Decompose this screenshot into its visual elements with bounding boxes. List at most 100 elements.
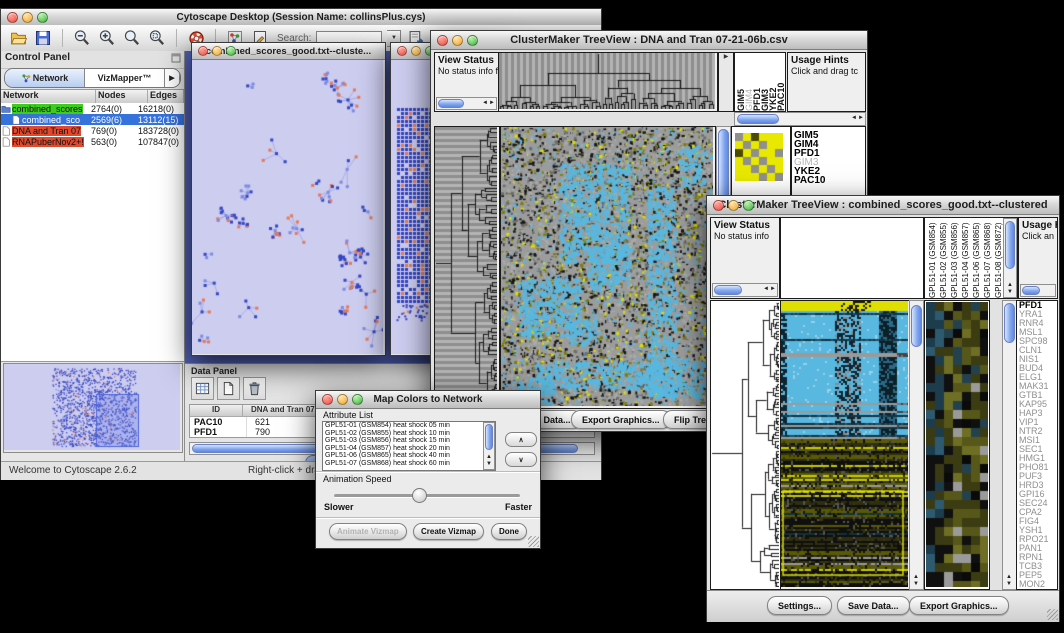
column-label[interactable]: GPL51-06 (GSM865) bbox=[971, 218, 982, 298]
resize-grip[interactable] bbox=[528, 536, 539, 547]
action-button[interactable]: Export Graphics... bbox=[909, 596, 1009, 615]
select-attributes-button[interactable] bbox=[191, 377, 214, 400]
control-panel-tab[interactable]: VizMapper™ bbox=[85, 69, 165, 87]
column-label[interactable]: GPL51-03 (GSM856) bbox=[949, 218, 960, 298]
close-button[interactable] bbox=[322, 394, 333, 405]
column-header-edges[interactable]: Edges bbox=[148, 90, 184, 103]
column-label[interactable]: PFD1 bbox=[753, 53, 761, 111]
network-list-row[interactable]: RNAPuberNov2+! 563(0) 107847(0) bbox=[1, 136, 184, 147]
gene-label[interactable]: MON2 bbox=[1017, 580, 1057, 589]
scroll-up-arrow[interactable]: ▲ bbox=[1007, 282, 1013, 288]
tab-overflow-arrow[interactable]: ▶ bbox=[165, 69, 180, 87]
save-session-button[interactable] bbox=[33, 28, 53, 48]
heatmap-vscrollbar[interactable]: ▲ ▼ bbox=[909, 300, 924, 590]
close-button[interactable] bbox=[7, 12, 18, 23]
maximize-button[interactable] bbox=[467, 35, 478, 46]
scroll-up-arrow[interactable]: ▲ bbox=[1006, 574, 1012, 580]
minimize-button[interactable] bbox=[452, 35, 463, 46]
column-label[interactable]: YKE2 bbox=[769, 53, 777, 111]
titlebar-map-colors[interactable]: Map Colors to Network bbox=[316, 391, 540, 409]
scrollbar-thumb[interactable] bbox=[714, 285, 742, 295]
id-column-header[interactable]: ID bbox=[190, 405, 243, 416]
column-header-nodes[interactable]: Nodes bbox=[96, 90, 148, 103]
titlebar-network-view[interactable]: combined_scores_good.txt--cluste... bbox=[192, 43, 385, 60]
scrollbar-thumb[interactable] bbox=[438, 99, 464, 108]
scroll-left-arrow[interactable]: ◄ bbox=[763, 286, 769, 292]
window-network-view[interactable]: combined_scores_good.txt--cluste... bbox=[191, 42, 386, 356]
zoomed-heatmap[interactable] bbox=[926, 302, 988, 587]
splitter-strip[interactable]: ▶ bbox=[718, 52, 734, 112]
network-table-header[interactable]: Network Nodes Edges bbox=[1, 89, 184, 104]
attribute-list-scrollbar[interactable]: ▲ ▼ bbox=[483, 422, 495, 470]
maximize-button[interactable] bbox=[226, 46, 236, 56]
row-dendrogram[interactable] bbox=[711, 301, 779, 587]
scroll-down-arrow[interactable]: ▼ bbox=[486, 461, 492, 467]
zoomed-heatmap[interactable] bbox=[735, 133, 783, 181]
row-dendrogram[interactable] bbox=[435, 127, 497, 406]
scroll-right-arrow[interactable]: ► bbox=[858, 115, 864, 121]
dialog-map-colors[interactable]: Map Colors to Network Attribute List GPL… bbox=[315, 390, 541, 549]
delete-attribute-button[interactable] bbox=[243, 377, 266, 400]
minimize-button[interactable] bbox=[337, 394, 348, 405]
network-list-row[interactable]: combined_sco 2569(6) 13112(15) bbox=[1, 114, 184, 125]
scroll-down-arrow[interactable]: ▼ bbox=[1007, 289, 1013, 295]
close-button[interactable] bbox=[397, 46, 407, 56]
minimize-button[interactable] bbox=[411, 46, 421, 56]
maximize-button[interactable] bbox=[352, 394, 363, 405]
zoom-fit-button[interactable] bbox=[147, 28, 167, 48]
control-panel-tab[interactable]: Network bbox=[5, 69, 85, 87]
mini-hscrollbar[interactable]: ◄ ► bbox=[734, 112, 866, 126]
resize-grip[interactable] bbox=[1047, 609, 1058, 620]
scroll-down-arrow[interactable]: ▼ bbox=[1006, 581, 1012, 587]
column-label[interactable]: GPL51-07 (GSM868) bbox=[982, 218, 993, 298]
zoom-selected-button[interactable] bbox=[122, 28, 142, 48]
expression-heatmap[interactable] bbox=[501, 127, 713, 406]
expression-heatmap[interactable] bbox=[781, 301, 908, 587]
attribute-item[interactable]: GPL51-01 (GSM854) heat shock 05 min bbox=[323, 422, 495, 430]
column-header-network[interactable]: Network bbox=[1, 90, 96, 103]
scroll-right-arrow[interactable]: ► bbox=[489, 100, 495, 106]
move-up-button[interactable]: ∧ bbox=[505, 432, 537, 447]
scroll-up-arrow[interactable]: ▲ bbox=[486, 454, 492, 460]
column-label[interactable]: GIM4 bbox=[745, 53, 753, 111]
column-label[interactable]: GPL51-04 (GSM857) bbox=[960, 218, 971, 298]
close-button[interactable] bbox=[437, 35, 448, 46]
column-label[interactable]: GPL51-01 (GSM854) bbox=[927, 218, 938, 298]
animation-speed-slider[interactable] bbox=[334, 494, 520, 498]
close-button[interactable] bbox=[198, 46, 208, 56]
maximize-button[interactable] bbox=[37, 12, 48, 23]
titlebar-treeview-combined[interactable]: ClusterMaker TreeView : combined_scores_… bbox=[707, 196, 1059, 215]
expand-arrow-icon[interactable]: ▶ bbox=[719, 53, 733, 60]
titlebar-treeview-dna[interactable]: ClusterMaker TreeView : DNA and Tran 07-… bbox=[431, 31, 867, 50]
scrollbar-thumb[interactable] bbox=[1004, 303, 1015, 343]
zoom-vscrollbar[interactable]: ▲ ▼ bbox=[1002, 300, 1017, 590]
scroll-down-arrow[interactable]: ▼ bbox=[913, 581, 919, 587]
dialog-button[interactable]: Done bbox=[491, 523, 527, 540]
column-label[interactable]: GPL51-02 (GSM855) bbox=[938, 218, 949, 298]
dialog-button[interactable]: Animate Vizmap bbox=[329, 523, 407, 540]
network-graph-view[interactable] bbox=[192, 60, 383, 354]
zoom-out-button[interactable] bbox=[72, 28, 92, 48]
view-status-scrollbar[interactable]: ◄ ► bbox=[436, 97, 497, 110]
attribute-listbox[interactable]: GPL51-01 (GSM854) heat shock 05 min GPL51… bbox=[322, 421, 496, 471]
column-label[interactable]: GIM3 bbox=[761, 53, 769, 111]
open-session-button[interactable] bbox=[8, 28, 28, 48]
action-button[interactable]: Export Graphics... bbox=[571, 410, 671, 429]
column-dendrogram[interactable] bbox=[499, 53, 715, 109]
scrollbar-thumb[interactable] bbox=[911, 305, 922, 347]
attribute-item[interactable]: GPL51-03 (GSM856) heat shock 15 min bbox=[323, 437, 495, 445]
minimize-button[interactable] bbox=[728, 200, 739, 211]
column-dendrogram-panel[interactable] bbox=[780, 217, 924, 299]
move-down-button[interactable]: ∨ bbox=[505, 452, 537, 467]
titlebar-main[interactable]: Cytoscape Desktop (Session Name: collins… bbox=[1, 9, 601, 26]
scrollbar-thumb[interactable] bbox=[737, 114, 779, 124]
dialog-button[interactable]: Create Vizmap bbox=[413, 523, 484, 540]
birdseye-view[interactable] bbox=[4, 364, 180, 450]
attribute-item[interactable]: GPL51-04 (GSM857) heat shock 20 min bbox=[323, 445, 495, 453]
maximize-button[interactable] bbox=[743, 200, 754, 211]
scrollbar-thumb[interactable] bbox=[485, 424, 493, 450]
scroll-right-arrow[interactable]: ► bbox=[770, 286, 776, 292]
scrollbar-thumb[interactable] bbox=[1005, 221, 1015, 269]
close-button[interactable] bbox=[713, 200, 724, 211]
column-labels-scrollbar[interactable]: ▲ ▼ bbox=[1003, 218, 1017, 298]
